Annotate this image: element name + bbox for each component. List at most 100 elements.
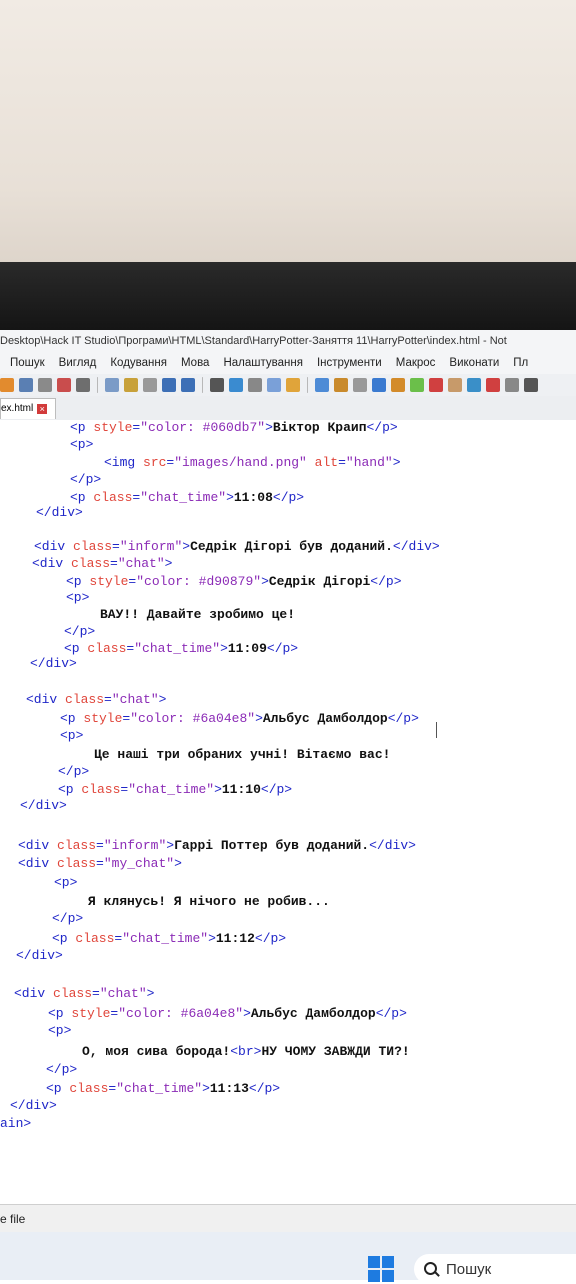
code-line: <div class="my_chat"> xyxy=(18,855,182,873)
toolbar-button-icon[interactable] xyxy=(124,378,138,392)
toolbar-button-icon[interactable] xyxy=(410,378,424,392)
toolbar-button-icon[interactable] xyxy=(391,378,405,392)
window-title: Desktop\Hack IT Studio\Програми\HTML\Sta… xyxy=(0,330,576,352)
menu-item-7[interactable]: Виконати xyxy=(449,352,499,374)
toolbar-button-icon[interactable] xyxy=(334,378,348,392)
background-wall xyxy=(0,0,576,268)
code-token-val: "chat_time" xyxy=(122,931,209,946)
code-line: Я клянусь! Я нічого не робив... xyxy=(88,893,330,911)
code-token-tag: = xyxy=(96,856,104,871)
tab-label: ex.html xyxy=(1,403,34,414)
toolbar-button-icon[interactable] xyxy=(524,378,538,392)
code-line: <p class="chat_time">11:13</p> xyxy=(46,1080,280,1098)
code-line: </div> xyxy=(10,1097,57,1115)
toolbar-separator xyxy=(202,377,203,393)
code-token-tag: </p> xyxy=(370,574,402,589)
code-line: <p> xyxy=(48,1022,71,1040)
code-token-tag: </p> xyxy=(58,764,90,779)
code-line: ВАУ!! Давайте зробимо це! xyxy=(100,606,295,624)
code-token-tag: > xyxy=(202,1081,210,1096)
search-icon xyxy=(424,1262,438,1276)
code-token-tag: <p xyxy=(70,490,94,505)
close-icon[interactable]: × xyxy=(37,404,48,414)
toolbar-button-icon[interactable] xyxy=(76,378,90,392)
code-line: </div> xyxy=(30,655,77,673)
menu-item-5[interactable]: Інструменти xyxy=(317,352,382,374)
code-token-tag: </p> xyxy=(272,490,305,505)
toolbar-button-icon[interactable] xyxy=(286,378,300,392)
code-line: ain> xyxy=(0,1115,31,1133)
code-token-tag: <p xyxy=(66,574,90,589)
code-token-attr: class xyxy=(75,931,115,946)
toolbar-button-icon[interactable] xyxy=(19,378,33,392)
code-token-tag: <img xyxy=(104,455,144,470)
code-token-tag: </p> xyxy=(266,641,299,656)
code-token-tag: <br> xyxy=(230,1044,262,1059)
monitor-bezel xyxy=(0,262,576,332)
code-token-attr: style xyxy=(71,1006,111,1021)
code-line: О, моя сива борода!<br>НУ ЧОМУ ЗАВЖДИ ТИ… xyxy=(82,1043,410,1061)
toolbar-button-icon[interactable] xyxy=(105,378,119,392)
code-token-tag: <p> xyxy=(66,590,90,605)
toolbar-button-icon[interactable] xyxy=(229,378,243,392)
toolbar-button-icon[interactable] xyxy=(486,378,500,392)
code-token-tag: </p> xyxy=(254,931,287,946)
menu-item-8[interactable]: Пл xyxy=(513,352,528,374)
tab-index-html[interactable]: ex.html × xyxy=(0,398,56,419)
menu-item-1[interactable]: Вигляд xyxy=(59,352,97,374)
code-line: Це наші три обраних учні! Вітаємо вас! xyxy=(94,746,390,764)
code-token-txt: Це наші три обраних учні! Вітаємо вас! xyxy=(94,747,391,762)
code-line: <p> xyxy=(54,874,77,892)
status-bar: e file xyxy=(0,1204,576,1233)
toolbar-button-icon[interactable] xyxy=(315,378,329,392)
code-line: </div> xyxy=(36,504,83,522)
code-token-tag: > xyxy=(243,1006,251,1021)
toolbar-button-icon[interactable] xyxy=(372,378,386,392)
toolbar-button-icon[interactable] xyxy=(267,378,281,392)
toolbar-button-icon[interactable] xyxy=(429,378,443,392)
code-token-val: "images/hand.png" xyxy=(174,455,307,470)
menu-item-4[interactable]: Налаштування xyxy=(223,352,302,374)
text-cursor-icon xyxy=(436,722,437,738)
code-token-tag: > xyxy=(174,856,182,871)
toolbar-button-icon[interactable] xyxy=(467,378,481,392)
code-token-tag: <p xyxy=(48,1006,72,1021)
toolbar-button-icon[interactable] xyxy=(0,378,14,392)
toolbar-button-icon[interactable] xyxy=(505,378,519,392)
menu-bar: Пошук Вигляд Кодування Мова Налаштування Інст… xyxy=(0,352,576,374)
code-line: <p> xyxy=(60,727,83,745)
code-line: <p style="color: #d90879">Седрік Дігорі<… xyxy=(66,573,402,591)
code-token-tag: <p> xyxy=(48,1023,72,1038)
toolbar-button-icon[interactable] xyxy=(210,378,224,392)
toolbar-button-icon[interactable] xyxy=(181,378,195,392)
toolbar-button-icon[interactable] xyxy=(248,378,262,392)
toolbar-button-icon[interactable] xyxy=(448,378,462,392)
menu-item-0[interactable]: Пошук xyxy=(10,352,45,374)
code-token-txt: Я клянусь! Я нічого не робив... xyxy=(88,894,330,909)
toolbar-button-icon[interactable] xyxy=(162,378,176,392)
code-line: <p class="chat_time">11:12</p> xyxy=(52,930,286,948)
toolbar-button-icon[interactable] xyxy=(143,378,157,392)
code-token-txt: НУ ЧОМУ ЗАВЖДИ ТИ?! xyxy=(261,1044,410,1059)
menu-item-3[interactable]: Мова xyxy=(181,352,209,374)
code-token-tag: <p> xyxy=(54,875,78,890)
status-text: e file xyxy=(0,1212,26,1226)
code-token-val: "color: #d90879" xyxy=(136,574,262,589)
code-line: <p class="chat_time">11:09</p> xyxy=(64,640,298,658)
toolbar-button-icon[interactable] xyxy=(57,378,71,392)
code-line: <p> xyxy=(70,436,93,454)
menu-item-2[interactable]: Кодування xyxy=(110,352,167,374)
code-token-tag: </p> xyxy=(46,1062,78,1077)
code-token-tag: <div xyxy=(14,986,54,1001)
toolbar-button-icon[interactable] xyxy=(38,378,52,392)
code-token-tag: <div xyxy=(32,556,72,571)
code-line: <div class="chat"> xyxy=(14,985,154,1003)
toolbar-button-icon[interactable] xyxy=(353,378,367,392)
menu-item-6[interactable]: Макрос xyxy=(396,352,436,374)
code-token-val: "chat_time" xyxy=(116,1081,203,1096)
code-token-tag: </div> xyxy=(20,798,67,813)
code-token-val: "color: #6a04e8" xyxy=(118,1006,244,1021)
code-token-tag: <p xyxy=(60,711,84,726)
code-line: <div class="inform">Гаррі Поттер був дод… xyxy=(18,837,416,855)
windows-start-icon[interactable] xyxy=(368,1256,394,1282)
